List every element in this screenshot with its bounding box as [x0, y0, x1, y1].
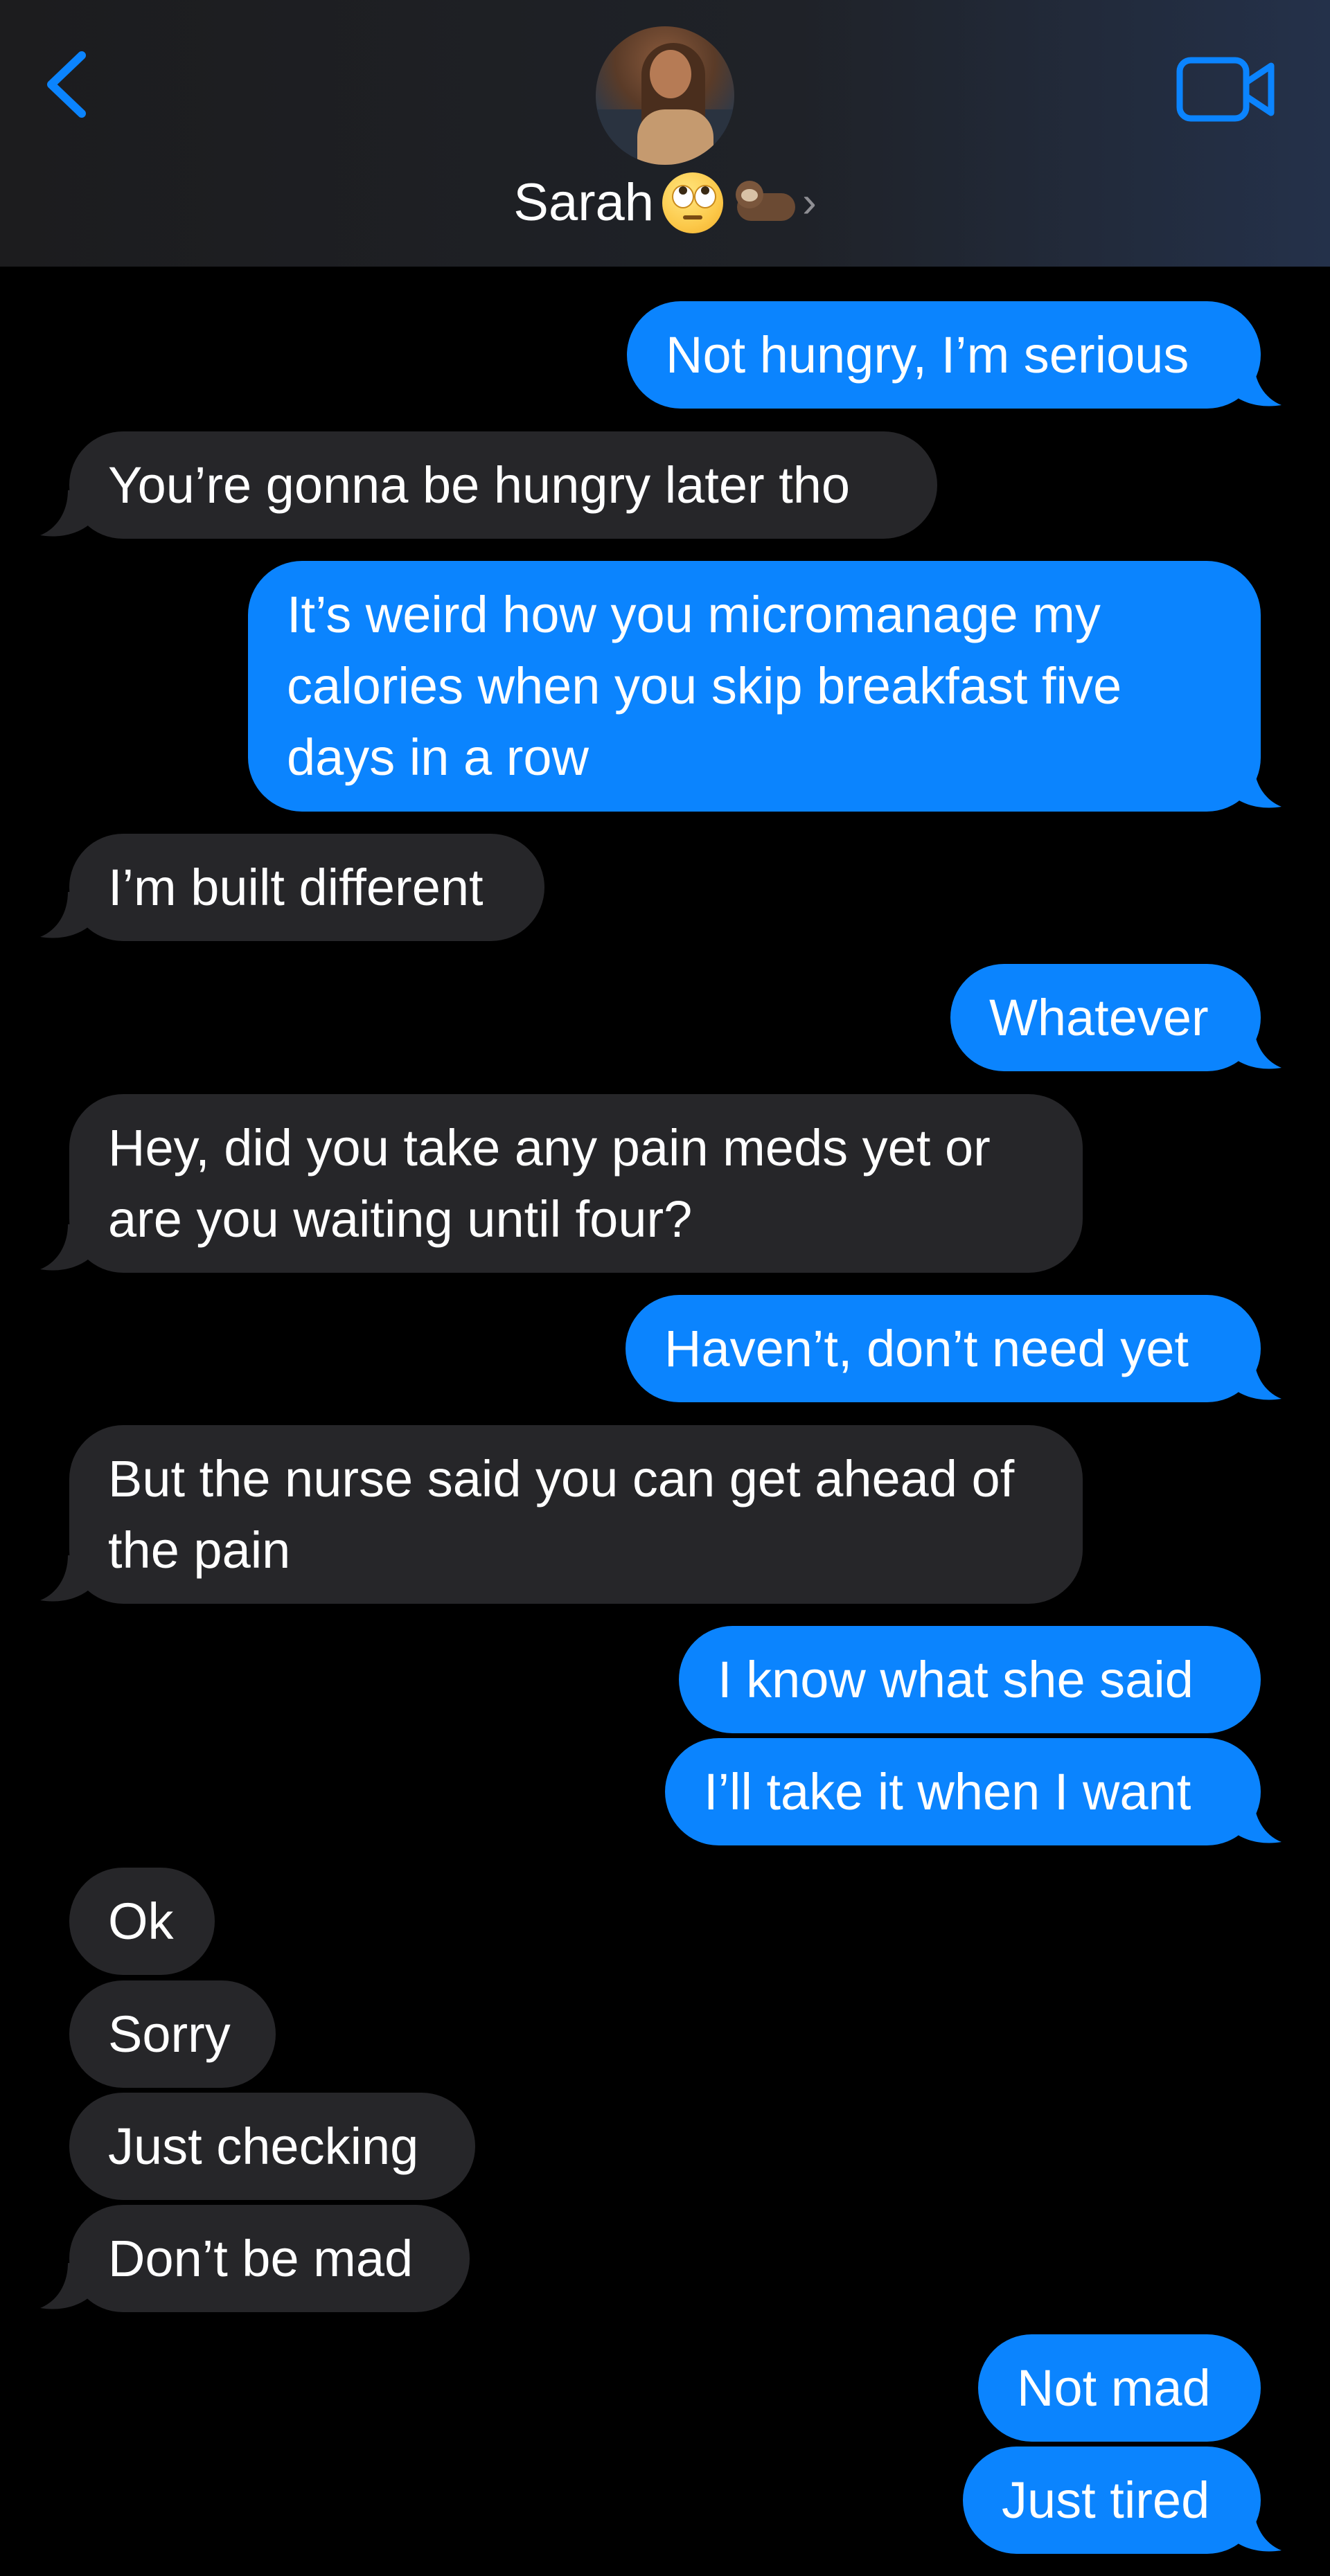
chevron-left-icon: [47, 51, 86, 118]
message-text: Sorry: [108, 2005, 231, 2063]
message-bubble-received[interactable]: Sorry: [69, 1980, 276, 2088]
chevron-right-icon: ›: [802, 179, 817, 226]
message-bubble-received[interactable]: But the nurse said you can get ahead of …: [69, 1425, 1083, 1604]
bubble-tail: [40, 2263, 89, 2309]
message-text: Hey, did you take any pain meds yet or a…: [108, 1119, 991, 1248]
message-bubble-sent[interactable]: Whatever: [950, 964, 1261, 1071]
bubble-tail: [1233, 1797, 1282, 1843]
face-with-rolling-eyes-icon: [662, 172, 724, 233]
message-bubble-received[interactable]: You’re gonna be hungry later tho: [69, 431, 937, 539]
message-text: Just checking: [108, 2118, 419, 2175]
video-call-button[interactable]: [1174, 52, 1278, 128]
bubble-tail: [1233, 762, 1282, 808]
conversation-header: Sarah ›: [0, 0, 1330, 267]
message-text: You’re gonna be hungry later tho: [108, 456, 851, 514]
message-text: Whatever: [989, 989, 1209, 1046]
otter-icon: [732, 175, 798, 231]
message-bubble-received[interactable]: I’m built different: [69, 834, 544, 941]
bubble-tail: [40, 892, 89, 938]
message-text: It’s weird how you micromanage my calori…: [287, 586, 1122, 786]
message-text: Ok: [108, 1893, 174, 1950]
bubble-tail: [40, 1555, 89, 1602]
message-text: Haven’t, don’t need yet: [664, 1320, 1189, 1377]
message-bubble-sent[interactable]: Not mad: [978, 2334, 1261, 2442]
message-bubble-received[interactable]: Hey, did you take any pain meds yet or a…: [69, 1094, 1083, 1273]
contact-name: Sarah: [513, 173, 655, 232]
contact-name-button[interactable]: Sarah ›: [509, 172, 821, 234]
message-bubble-sent[interactable]: Just tired: [963, 2447, 1261, 2554]
message-bubble-sent[interactable]: I know what she said: [679, 1626, 1261, 1733]
message-bubble-received[interactable]: Just checking: [69, 2093, 475, 2200]
message-text: I’ll take it when I want: [704, 1763, 1191, 1821]
message-text: Just tired: [1002, 2471, 1210, 2529]
bubble-tail: [1233, 1023, 1282, 1069]
message-text: I’m built different: [108, 859, 484, 916]
message-text: Don’t be mad: [108, 2230, 414, 2287]
message-text: But the nurse said you can get ahead of …: [108, 1450, 1015, 1579]
message-text: Not hungry, I’m serious: [666, 326, 1189, 384]
message-text: I know what she said: [718, 1651, 1194, 1708]
bubble-tail: [40, 1224, 89, 1271]
message-bubble-received[interactable]: Don’t be mad: [69, 2205, 470, 2312]
back-button[interactable]: [42, 43, 97, 126]
message-bubble-sent[interactable]: I’ll take it when I want: [665, 1738, 1261, 1845]
bubble-tail: [1233, 2505, 1282, 2552]
contact-avatar[interactable]: [596, 26, 734, 165]
video-camera-icon: [1176, 57, 1275, 122]
message-bubble-sent[interactable]: Not hungry, I’m serious: [627, 301, 1261, 409]
message-bubble-sent[interactable]: Haven’t, don’t need yet: [626, 1295, 1261, 1402]
bubble-tail: [40, 490, 89, 537]
message-bubble-received[interactable]: Ok: [69, 1868, 215, 1975]
bubble-tail: [1233, 1354, 1282, 1400]
message-bubble-sent[interactable]: It’s weird how you micromanage my calori…: [248, 561, 1261, 812]
bubble-tail: [1233, 360, 1282, 406]
message-text: Not mad: [1017, 2359, 1211, 2417]
